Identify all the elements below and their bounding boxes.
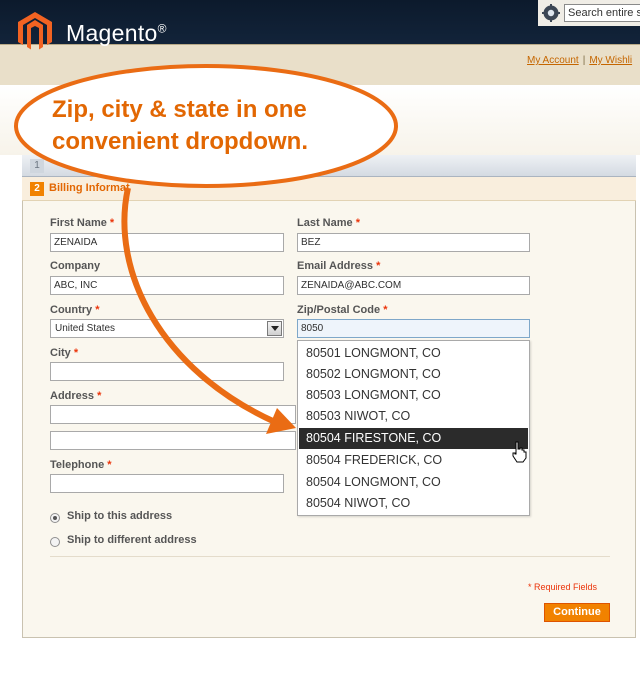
search-input[interactable]: Search entire s (564, 4, 640, 22)
zip-input[interactable]: 8050 (297, 319, 530, 338)
country-label: Country * (50, 304, 100, 316)
brand-name: Magento® (66, 20, 167, 46)
country-select[interactable]: United States (50, 319, 284, 338)
country-select-value: United States (55, 323, 116, 334)
continue-button[interactable]: Continue (544, 603, 610, 622)
zip-suggestion[interactable]: 80503 NIWOT, CO (299, 406, 528, 427)
city-input[interactable] (50, 362, 284, 381)
zip-suggestion[interactable]: 80502 LONGMONT, CO (299, 364, 528, 385)
first-name-input[interactable]: ZENAIDA (50, 233, 284, 252)
zip-suggestion[interactable]: 80503 LONGMONT, CO (299, 385, 528, 406)
city-label: City * (50, 347, 79, 359)
search-icon[interactable] (542, 4, 560, 22)
address-line-2-input[interactable] (50, 431, 296, 450)
email-label: Email Address * (297, 260, 381, 272)
address-label: Address * (50, 390, 102, 402)
address-line-1-input[interactable] (50, 405, 296, 424)
zip-label: Zip/Postal Code * (297, 304, 388, 316)
company-input[interactable]: ABC, INC (50, 276, 284, 295)
ship-to-different-address-radio[interactable] (50, 537, 60, 547)
zip-suggestion[interactable]: 80501 LONGMONT, CO (299, 343, 528, 364)
required-fields-note: * Required Fields (528, 582, 598, 592)
link-separator: | (582, 55, 586, 66)
ship-to-different-address-label[interactable]: Ship to different address (67, 534, 197, 546)
zip-suggestions-dropdown: 80501 LONGMONT, CO 80502 LONGMONT, CO 80… (297, 340, 530, 516)
zip-suggestion-selected[interactable]: 80504 FIRESTONE, CO (299, 428, 528, 449)
form-divider (50, 556, 610, 557)
magento-logo-icon (18, 12, 52, 50)
first-name-label: First Name * (50, 217, 115, 229)
step-2-title: Billing Informat (49, 182, 130, 194)
pointer-cursor-icon (512, 441, 527, 463)
ship-to-this-address-label[interactable]: Ship to this address (67, 510, 172, 522)
telephone-label: Telephone * (50, 459, 112, 471)
zip-suggestion[interactable]: 80504 FREDERICK, CO (299, 450, 528, 471)
header-search: Search entire s (538, 0, 640, 26)
step-1-number: 1 (30, 159, 44, 173)
my-wishlist-link[interactable]: My Wishli (589, 55, 632, 66)
my-account-link[interactable]: My Account (527, 55, 579, 66)
callout-text: Zip, city & state in one convenient drop… (52, 94, 372, 158)
telephone-input[interactable] (50, 474, 284, 493)
company-label: Company (50, 260, 101, 272)
select-arrow-icon[interactable] (267, 321, 282, 336)
zip-suggestion[interactable]: 80504 LONGMONT, CO (299, 472, 528, 493)
checkout-step-1[interactable]: 1 (22, 155, 636, 177)
ship-to-this-address-radio[interactable] (50, 513, 60, 523)
last-name-label: Last Name * (297, 217, 360, 229)
step-2-number: 2 (30, 182, 44, 196)
zip-suggestion[interactable]: 80504 NIWOT, CO (299, 493, 528, 514)
last-name-input[interactable]: BEZ (297, 233, 530, 252)
header-links: My Account | My Wishli (527, 55, 632, 66)
callout-line-2: convenient dropdown. (52, 128, 308, 155)
email-input[interactable]: ZENAIDA@ABC.COM (297, 276, 530, 295)
callout-line-1: Zip, city & state in one (52, 96, 307, 123)
checkout-step-billing: 2 Billing Informat (22, 177, 636, 201)
